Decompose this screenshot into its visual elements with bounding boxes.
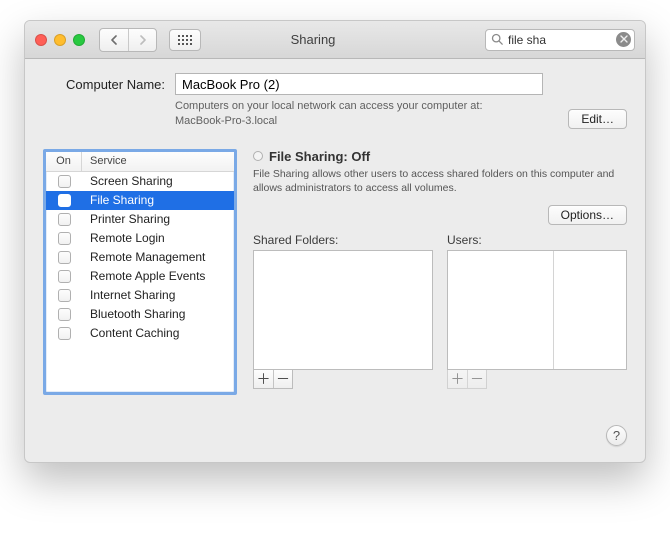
service-name: Remote Management: [82, 250, 234, 264]
service-name: Internet Sharing: [82, 288, 234, 302]
service-row[interactable]: Content Caching: [46, 324, 234, 343]
back-button[interactable]: [100, 29, 128, 51]
shared-folders-col: Shared Folders: ＋ －: [253, 233, 433, 389]
col-on-header[interactable]: On: [46, 152, 82, 171]
edit-button[interactable]: Edit…: [568, 109, 627, 129]
service-row[interactable]: Remote Login: [46, 229, 234, 248]
service-checkbox[interactable]: [58, 270, 71, 283]
shared-folders-pm: ＋ －: [253, 370, 293, 389]
service-checkbox[interactable]: [58, 194, 71, 207]
zoom-button[interactable]: [73, 34, 85, 46]
titlebar: Sharing: [25, 21, 645, 59]
service-name: Printer Sharing: [82, 212, 234, 226]
search-icon: [491, 33, 504, 46]
users-list[interactable]: [447, 250, 627, 370]
users-pm: ＋ －: [447, 370, 487, 389]
users-col: Users: ＋ －: [447, 233, 627, 389]
service-name: Remote Login: [82, 231, 234, 245]
window-controls: [35, 34, 85, 46]
service-name: Bluetooth Sharing: [82, 307, 234, 321]
desc-line-1: Computers on your local network can acce…: [175, 100, 483, 112]
service-checkbox[interactable]: [58, 327, 71, 340]
service-name: Content Caching: [82, 326, 234, 340]
service-row[interactable]: Remote Apple Events: [46, 267, 234, 286]
detail-panel: File Sharing: Off File Sharing allows ot…: [253, 149, 627, 389]
help-button[interactable]: ?: [606, 425, 627, 446]
users-label: Users:: [447, 233, 627, 247]
minimize-button[interactable]: [54, 34, 66, 46]
folders-row: Shared Folders: ＋ － Users: ＋ －: [253, 233, 627, 389]
chevron-right-icon: [138, 35, 147, 45]
service-row[interactable]: Remote Management: [46, 248, 234, 267]
body: On Service Screen Sharing File Sharing Pri…: [25, 137, 645, 413]
service-row[interactable]: File Sharing: [46, 191, 234, 210]
status-title: File Sharing: Off: [269, 149, 370, 164]
close-icon: [620, 35, 628, 43]
shared-folders-add-button[interactable]: ＋: [254, 370, 273, 388]
search-input[interactable]: [485, 29, 635, 51]
shared-folders-label: Shared Folders:: [253, 233, 433, 247]
service-checkbox[interactable]: [58, 213, 71, 226]
computer-name-row: Computer Name: Computers on your local n…: [25, 59, 645, 137]
service-row[interactable]: Bluetooth Sharing: [46, 305, 234, 324]
service-table-header: On Service: [46, 152, 234, 172]
service-row[interactable]: Internet Sharing: [46, 286, 234, 305]
shared-folders-list[interactable]: [253, 250, 433, 370]
close-button[interactable]: [35, 34, 47, 46]
service-row[interactable]: Screen Sharing: [46, 172, 234, 191]
computer-name-desc: Computers on your local network can acce…: [175, 99, 543, 129]
users-list-perms: [554, 251, 626, 369]
status-indicator-off-icon: [253, 151, 263, 161]
service-row[interactable]: Printer Sharing: [46, 210, 234, 229]
computer-name-label: Computer Name:: [43, 73, 165, 129]
users-list-names: [448, 251, 554, 369]
window-title: Sharing: [149, 32, 477, 47]
status-row: File Sharing: Off: [253, 149, 627, 164]
sharing-window: Sharing Computer Name: Computers on your…: [24, 20, 646, 463]
clear-search-button[interactable]: [616, 32, 631, 47]
service-checkbox[interactable]: [58, 308, 71, 321]
users-remove-button[interactable]: －: [467, 370, 486, 388]
service-checkbox[interactable]: [58, 232, 71, 245]
status-desc: File Sharing allows other users to acces…: [253, 167, 627, 195]
service-name: File Sharing: [82, 193, 234, 207]
col-service-header[interactable]: Service: [82, 152, 234, 171]
service-checkbox[interactable]: [58, 251, 71, 264]
computer-name-field-wrap: Computers on your local network can acce…: [175, 73, 543, 129]
computer-name-input[interactable]: [175, 73, 543, 95]
service-table: On Service Screen Sharing File Sharing Pri…: [43, 149, 237, 395]
shared-folders-remove-button[interactable]: －: [273, 370, 292, 388]
options-button[interactable]: Options…: [548, 205, 627, 225]
service-checkbox[interactable]: [58, 289, 71, 302]
service-checkbox[interactable]: [58, 175, 71, 188]
service-name: Remote Apple Events: [82, 269, 234, 283]
search-field-wrap: [485, 29, 635, 51]
chevron-left-icon: [110, 35, 119, 45]
users-add-button[interactable]: ＋: [448, 370, 467, 388]
service-list: Screen Sharing File Sharing Printer Sharin…: [46, 172, 234, 392]
service-name: Screen Sharing: [82, 174, 234, 188]
desc-line-2: MacBook-Pro-3.local: [175, 115, 277, 127]
